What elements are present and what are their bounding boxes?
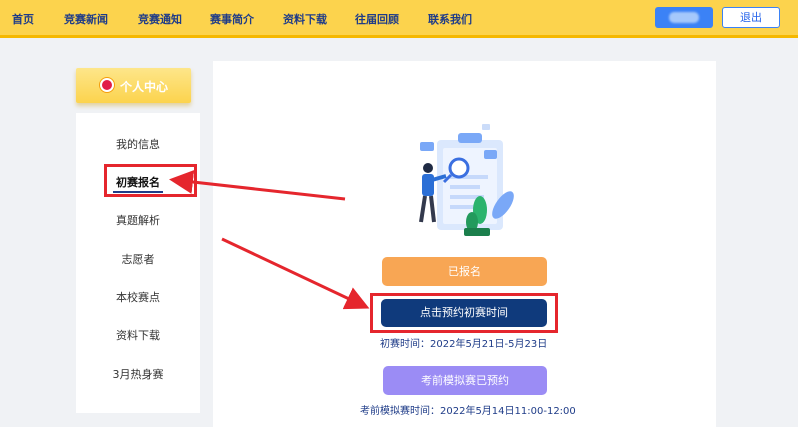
annotation-arrows <box>169 170 370 310</box>
arrow-to-book-button <box>221 237 370 310</box>
arrow-to-sidebar <box>169 170 346 201</box>
